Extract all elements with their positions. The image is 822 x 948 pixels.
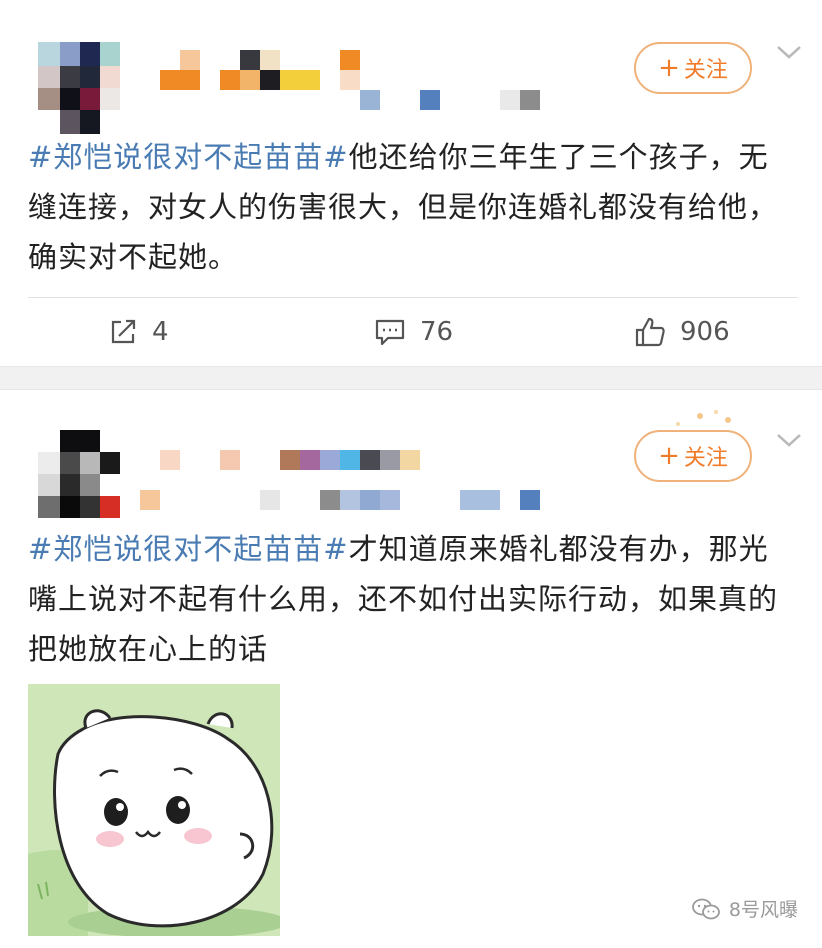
divider-line (28, 297, 798, 298)
post-divider (0, 366, 822, 390)
wechat-logo-icon (692, 898, 720, 919)
plus-icon: + (658, 53, 680, 83)
comment-button[interactable]: 76 (374, 312, 453, 352)
watermark: 8号风曝 (691, 895, 798, 922)
repost-button[interactable]: 4 (108, 312, 169, 352)
weibo-post-2: + 关注 #郑恺说很对不起苗苗#才知道原来婚礼都没有办，那光嘴上说对不起有什么用… (0, 390, 822, 948)
hashtag-link[interactable]: #郑恺说很对不起苗苗# (28, 532, 349, 566)
follow-button[interactable]: + 关注 (634, 430, 752, 482)
comment-count: 76 (420, 317, 454, 347)
weibo-post-1: + 关注 #郑恺说很对不起苗苗#他还给你三年生了三个孩子，无缝连接，对女人的伤害… (0, 0, 822, 366)
watermark-label: 8号风曝 (728, 899, 798, 921)
like-button[interactable]: 906 (634, 312, 730, 352)
follow-label: 关注 (683, 58, 728, 83)
sticker-image[interactable] (28, 684, 280, 936)
chevron-down-icon[interactable] (774, 430, 804, 450)
hashtag-link[interactable]: #郑恺说很对不起苗苗# (28, 140, 349, 174)
like-count: 906 (680, 317, 730, 347)
chevron-down-icon[interactable] (774, 42, 804, 62)
like-icon (635, 317, 665, 347)
username-blurred[interactable] (140, 450, 560, 520)
follow-button[interactable]: + 关注 (634, 42, 752, 94)
post-text: #郑恺说很对不起苗苗#他还给你三年生了三个孩子，无缝连接，对女人的伤害很大，但是… (28, 132, 796, 282)
username-blurred[interactable] (150, 50, 550, 130)
avatar-blurred[interactable] (38, 42, 120, 134)
avatar-blurred[interactable] (38, 430, 120, 522)
repost-count: 4 (152, 317, 169, 347)
repost-icon (111, 319, 136, 344)
comment-icon (375, 319, 405, 346)
follow-label: 关注 (683, 446, 728, 471)
sparkle-decoration-icon (676, 410, 731, 426)
post-text: #郑恺说很对不起苗苗#才知道原来婚礼都没有办，那光嘴上说对不起有什么用，还不如付… (28, 524, 796, 674)
hamster-sticker-illustration (28, 684, 280, 936)
plus-icon: + (658, 441, 680, 471)
